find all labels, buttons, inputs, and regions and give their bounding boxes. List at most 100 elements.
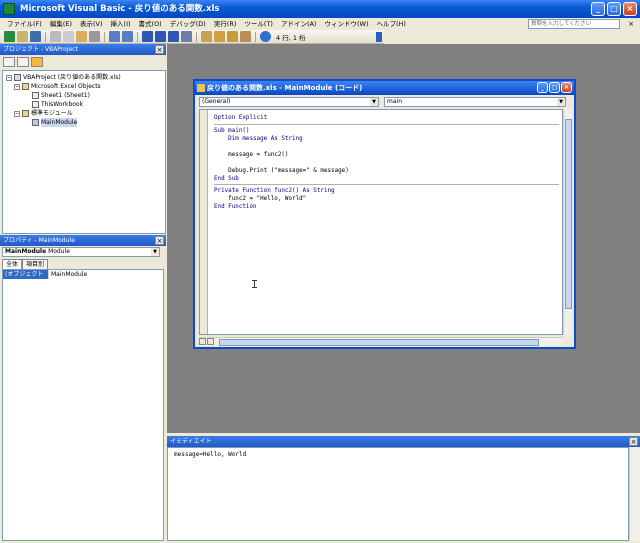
copy-icon[interactable] (63, 31, 74, 42)
tab-alphabetic[interactable]: 全体 (2, 259, 23, 269)
redo-icon[interactable] (122, 31, 133, 42)
code-line: End Sub (214, 176, 239, 182)
full-module-view-icon[interactable] (207, 338, 214, 345)
properties-window-icon[interactable] (214, 31, 225, 42)
app-title: Microsoft Visual Basic - 戻り値のある関数.xls (20, 4, 220, 14)
tree-item-thisworkbook[interactable]: ThisWorkbook (32, 100, 83, 109)
standard-toolbar: 4 行, 1 桁 (0, 30, 384, 44)
toggle-folders-icon[interactable] (31, 57, 43, 67)
undo-icon[interactable] (109, 31, 120, 42)
save-icon[interactable] (30, 31, 41, 42)
menu-insert[interactable]: 挿入(I) (107, 18, 135, 30)
menu-help[interactable]: ヘルプ(H) (372, 18, 409, 30)
project-pane-toolbar (0, 55, 166, 69)
code-line: Debug.Print ("message=" & message) (214, 168, 349, 174)
procedure-view-icon[interactable] (199, 338, 206, 345)
maximize-button[interactable]: □ (607, 2, 621, 16)
project-explorer-icon[interactable] (201, 31, 212, 42)
break-icon[interactable] (155, 31, 166, 42)
menu-format[interactable]: 書式(O) (135, 18, 166, 30)
immediate-pane-title: イミディエイト × (167, 436, 640, 447)
menu-run[interactable]: 実行(R) (210, 18, 241, 30)
object-dropdown[interactable]: (General) ▼ (199, 97, 379, 107)
menu-edit[interactable]: 編集(E) (46, 18, 76, 30)
immediate-window[interactable]: message=Hello, World (167, 447, 629, 541)
text-cursor-icon (252, 280, 257, 288)
properties-pane-close-icon[interactable]: × (155, 236, 164, 245)
code-minimize-button[interactable]: _ (537, 82, 548, 93)
toolbox-icon[interactable] (240, 31, 251, 42)
immediate-pane-close-icon[interactable]: × (629, 437, 638, 446)
reset-icon[interactable] (168, 31, 179, 42)
close-button[interactable]: × (623, 2, 637, 16)
properties-object-type: Module (48, 248, 70, 255)
chevron-down-icon[interactable]: ▼ (557, 98, 565, 106)
toolbar-separator (196, 31, 197, 42)
view-object-icon[interactable] (17, 57, 29, 67)
margin-indicator-bar[interactable] (200, 110, 208, 334)
tree-item-mainmodule[interactable]: MainModule (32, 118, 78, 127)
properties-object-select[interactable]: MainModule Module ▼ (2, 247, 160, 257)
properties-tabs: 全体 項目別 (2, 259, 49, 269)
tree-item-excel-objects[interactable]: − Microsoft Excel Objects (14, 82, 101, 91)
toolbar-separator (137, 31, 138, 42)
cursor-position: 4 行, 1 桁 (276, 33, 306, 42)
help-search-input[interactable]: 質問を入力してください (528, 19, 620, 29)
tree-item-vbaproject[interactable]: − VBAProject (戻り値のある関数.xls) (6, 73, 121, 82)
procedure-separator (214, 124, 559, 125)
code-editor[interactable]: Option Explicit Sub main() Dim message A… (199, 109, 563, 335)
code-window: 戻り値のある関数.xls - MainModule (コード) _ □ × (G… (193, 79, 576, 349)
view-code-icon[interactable] (3, 57, 15, 67)
paste-icon[interactable] (76, 31, 87, 42)
menu-tools[interactable]: ツール(T) (240, 18, 277, 30)
menu-window[interactable]: ウィンドウ(W) (320, 18, 372, 30)
cut-icon[interactable] (50, 31, 61, 42)
tab-categorized[interactable]: 項目別 (22, 259, 49, 269)
menu-addins[interactable]: アドイン(A) (277, 18, 321, 30)
chevron-down-icon[interactable]: ▼ (370, 98, 378, 106)
menubar-close-icon[interactable]: × (626, 19, 636, 29)
project-pane-title-text: プロジェクト - VBAProject (3, 46, 78, 53)
insert-module-icon[interactable] (17, 31, 28, 42)
toolbar-separator (255, 31, 256, 42)
menu-view[interactable]: 表示(V) (76, 18, 107, 30)
property-value[interactable]: MainModule (48, 270, 87, 279)
workbook-icon (32, 101, 39, 108)
code-vertical-scrollbar[interactable] (563, 109, 572, 335)
find-icon[interactable] (89, 31, 100, 42)
immediate-vertical-scrollbar[interactable] (629, 447, 640, 541)
code-window-icon (197, 84, 205, 92)
property-row[interactable]: (オブジェクト名) MainModule (3, 270, 163, 287)
code-view-buttons (199, 338, 215, 345)
procedure-dropdown[interactable]: main ▼ (384, 97, 566, 107)
scrollbar-thumb[interactable] (219, 339, 539, 346)
tree-item-label: ThisWorkbook (41, 101, 84, 108)
folder-icon (22, 110, 29, 117)
object-dropdown-value: (General) (202, 98, 231, 105)
chevron-down-icon[interactable]: ▼ (151, 248, 159, 256)
toolbar-options-handle[interactable] (376, 32, 382, 42)
vba-app-icon (3, 3, 15, 15)
minimize-button[interactable]: _ (591, 2, 605, 16)
project-pane-close-icon[interactable]: × (155, 45, 164, 54)
tree-item-sheet1[interactable]: Sheet1 (Sheet1) (32, 91, 90, 100)
tree-item-standard-modules[interactable]: − 標準モジュール (14, 109, 73, 118)
code-window-title-bar: 戻り値のある関数.xls - MainModule (コード) _ □ × (195, 81, 574, 95)
menu-file[interactable]: ファイル(F) (3, 18, 46, 30)
tree-item-label: MainModule (41, 118, 78, 127)
help-icon[interactable] (260, 31, 271, 42)
collapse-icon[interactable]: − (6, 74, 12, 81)
code-close-button[interactable]: × (561, 82, 572, 93)
menu-debug[interactable]: デバッグ(D) (166, 18, 210, 30)
scrollbar-thumb[interactable] (565, 119, 572, 309)
object-browser-icon[interactable] (227, 31, 238, 42)
design-mode-icon[interactable] (181, 31, 192, 42)
run-icon[interactable] (142, 31, 153, 42)
collapse-icon[interactable]: − (14, 83, 20, 90)
code-line: Private Function func2() As String (214, 188, 335, 194)
view-excel-icon[interactable] (4, 31, 15, 42)
properties-grid: (オブジェクト名) MainModule (2, 269, 164, 541)
code-maximize-button[interactable]: □ (549, 82, 560, 93)
collapse-icon[interactable]: − (14, 110, 20, 117)
code-horizontal-scrollbar[interactable] (199, 337, 563, 346)
